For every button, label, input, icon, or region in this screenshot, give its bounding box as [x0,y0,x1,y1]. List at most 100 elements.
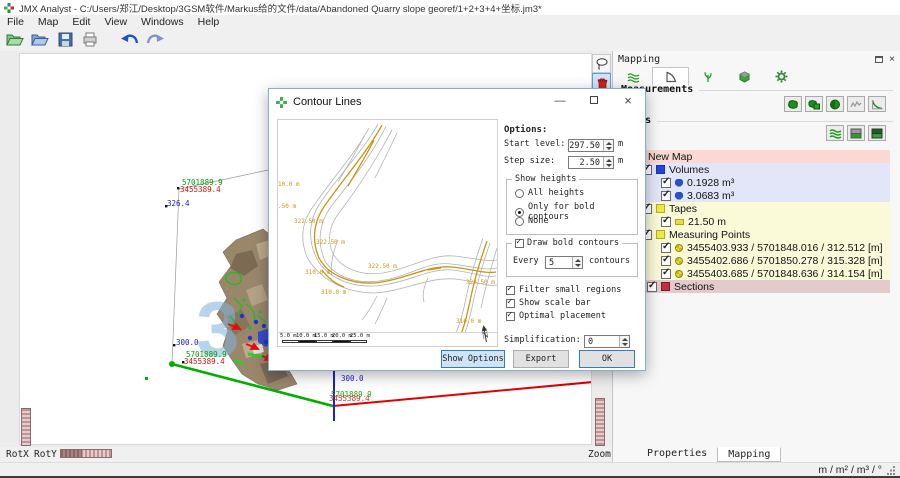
checkbox[interactable] [661,217,671,227]
show-heights-legend: Show heights [512,174,579,184]
contour-label: 322.50 m [466,279,495,286]
sphere-tool-button[interactable] [826,96,844,112]
panel-title: Mapping [618,54,660,65]
simplification-input[interactable]: 0 [584,335,630,348]
volumes-color-icon [656,165,665,174]
point-icon [675,244,683,252]
ok-button[interactable]: OK [579,350,635,368]
select-lasso-tool-button[interactable] [592,54,611,73]
start-level-row: Start level: 297.50 m [504,139,640,149]
tab-properties[interactable]: Properties [637,447,717,462]
rotz-slider[interactable] [21,408,31,446]
sections-color-icon [661,282,670,291]
every-input[interactable]: 5 [545,256,583,269]
spinner-arrows[interactable] [572,257,582,268]
menu-view[interactable]: View [97,16,134,28]
optimal-placement-check[interactable]: Optimal placement [506,311,606,321]
contour-label: .50 m [278,203,296,210]
spinner-arrows[interactable] [603,140,613,151]
tree-item-measuring-points[interactable]: Measuring Points [627,228,890,241]
scale-tick-label: 25.0 m [350,333,370,339]
radio-all-heights[interactable]: All heights [515,188,584,198]
contour-label: 322.50 m [368,263,397,270]
axis-label: 3455389.4 [180,185,221,194]
simplification-label: Simplification: [504,335,581,345]
volume-tool-button[interactable] [784,96,802,112]
volume-plane-tool-button[interactable] [805,96,823,112]
checkbox[interactable] [661,256,671,266]
dialog-options: Options: Start level: 297.50 m Step size… [504,123,640,343]
tree-item-point-1[interactable]: 3455403.933 / 5701848.016 / 312.512 [m] [627,241,890,254]
axis-label: 3455389.4 [329,394,370,403]
contour-lines-tool-button[interactable] [826,125,844,141]
step-size-input[interactable]: 2.50 [568,156,614,169]
draw-bold-contours-check[interactable]: Draw bold contours [512,238,622,248]
tree-label: Sections [674,281,714,293]
spinner-arrows[interactable] [603,157,613,168]
redo-button[interactable] [145,31,165,49]
start-level-label: Start level: [504,139,565,149]
checkbox[interactable] [661,243,671,253]
float-panel-icon[interactable] [875,56,883,63]
save-button[interactable] [55,31,75,49]
close-button[interactable]: × [611,89,645,115]
open-file-button[interactable] [30,31,50,49]
maximize-button[interactable] [577,89,611,115]
menu-file[interactable]: File [0,16,31,28]
spinner-arrows[interactable] [619,336,629,347]
tree-item-sections[interactable]: Sections [627,280,890,293]
contour-label: 310.0 m [305,269,331,276]
menu-windows[interactable]: Windows [134,16,191,28]
show-options-button[interactable]: Show Options [441,350,505,368]
print-button[interactable] [80,31,100,49]
panel-header: Mapping × [613,51,900,67]
start-level-input[interactable]: 297.50 [568,139,614,152]
contours-label: contours [589,256,630,266]
dialog-window-controls: — × [543,89,645,115]
checkbox[interactable] [647,282,657,292]
every-label: Every [513,256,539,266]
title-bar: JMX Analyst - C:/Users/郑江/Desktop/3GSM软件… [0,0,900,15]
open-project-button[interactable] [5,31,25,49]
tree-item-volumes[interactable]: Volumes [627,163,890,176]
step-size-label: Step size: [504,156,555,166]
status-bar: m / m² / m³ / ° [0,462,900,476]
tree-item-tape-1[interactable]: 21.50 m [627,215,890,228]
elevation-map-tool-button[interactable] [868,125,886,141]
panel-bottom-tabs: Properties Mapping [637,447,781,462]
tree-item-new-map[interactable]: New Map [627,150,890,163]
profile-tool-button[interactable] [847,96,865,112]
radio-none[interactable]: None [515,216,548,226]
menu-edit[interactable]: Edit [65,16,97,28]
export-button[interactable]: Export [513,350,569,368]
checkbox[interactable] [661,191,671,201]
menu-help[interactable]: Help [191,16,227,28]
resize-grip-icon[interactable] [887,466,896,475]
minimize-button[interactable]: — [543,89,577,115]
contour-lines-dialog: Contour Lines — × [268,88,646,371]
hillshade-tool-button[interactable] [847,125,865,141]
zoom-slider[interactable] [595,398,605,446]
show-scale-bar-check[interactable]: Show scale bar [506,298,591,308]
scale-tick-label: 5.0 m [280,333,297,339]
close-panel-icon[interactable]: × [889,56,895,63]
tree-item-point-3[interactable]: 3455403.685 / 5701848.636 / 314.154 [m] [627,267,890,280]
filter-small-regions-check[interactable]: Filter small regions [506,285,621,295]
checkbox[interactable] [661,178,671,188]
north-arrow-icon: N [477,325,493,344]
tree-item-tapes[interactable]: Tapes [627,202,890,215]
gear-icon [775,70,788,83]
tab-mapping-bottom[interactable]: Mapping [717,447,781,462]
section-curve-tool-button[interactable] [868,96,886,112]
contour-preview: 10.0 m .50 m 322.50 m 322.50 m 310.0 m 3… [277,119,498,347]
rotation-slider[interactable] [60,449,112,458]
tree-label: Measuring Points [669,229,750,241]
menu-map[interactable]: Map [31,16,65,28]
tree-item-volume-2[interactable]: 3.0683 m³ [627,189,890,202]
tree-item-volume-1[interactable]: 0.1928 m³ [627,176,890,189]
undo-button[interactable] [120,31,140,49]
axis-label: 300.0 [176,338,199,347]
tree-item-point-2[interactable]: 3455402.686 / 5701850.278 / 315.328 [m] [627,254,890,267]
tree-label: Tapes [669,203,697,215]
checkbox[interactable] [661,269,671,279]
